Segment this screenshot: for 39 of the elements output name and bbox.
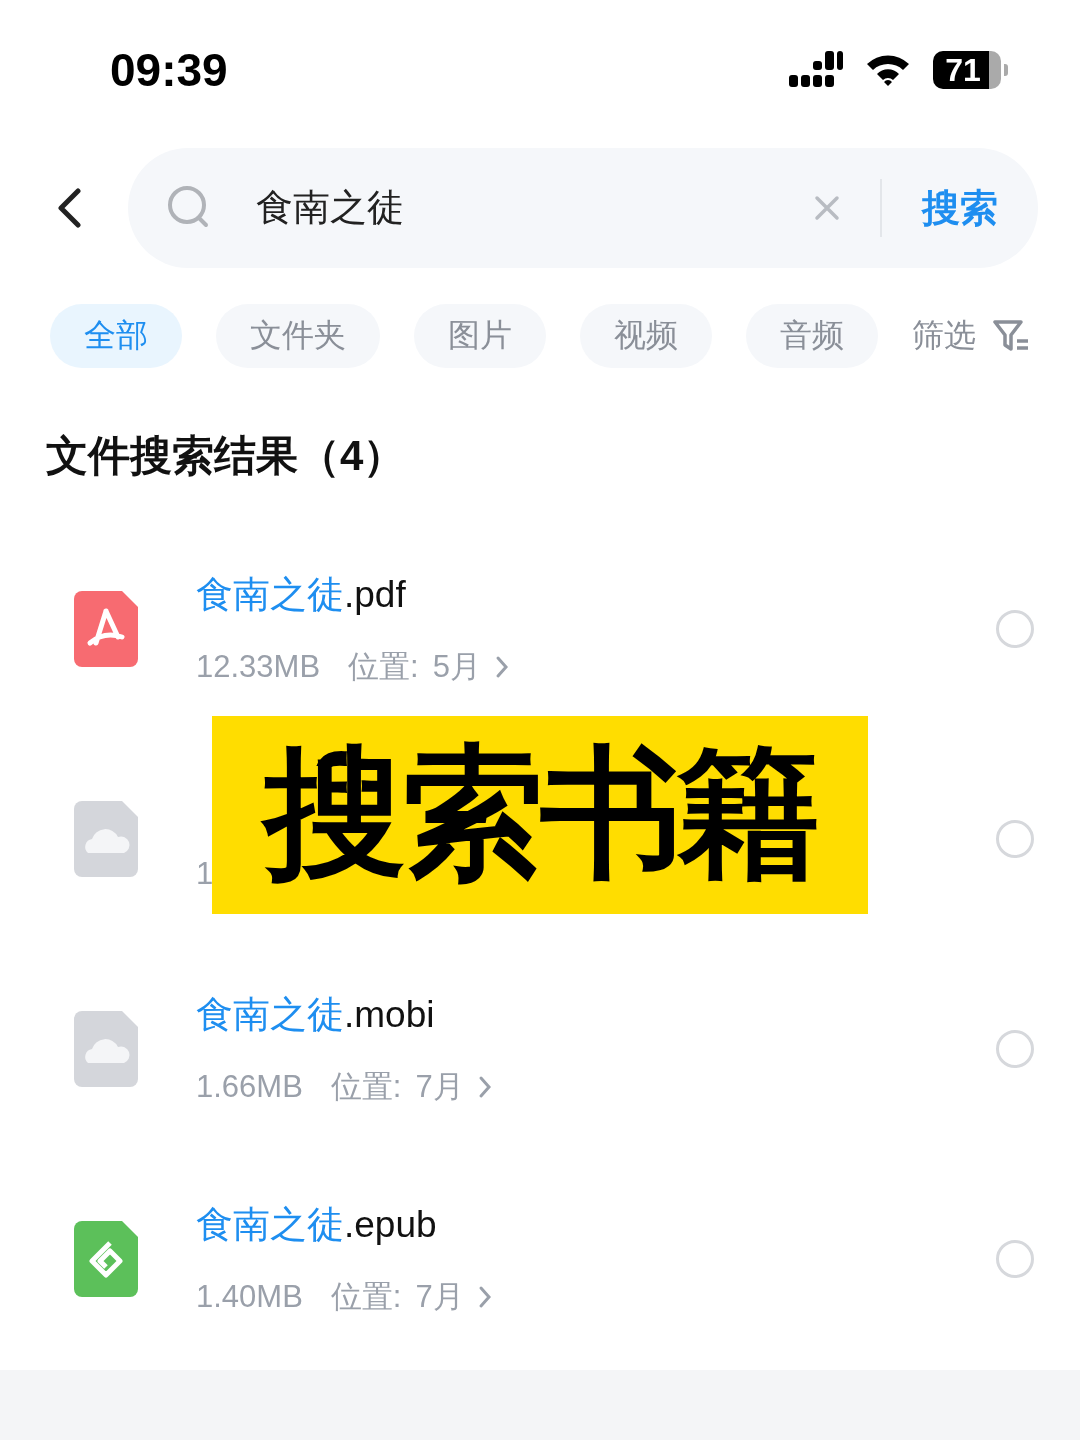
file-size: 1.40MB [196, 1279, 303, 1315]
location-link[interactable]: 5月 [432, 646, 481, 688]
filter-tab[interactable]: 音频 [746, 304, 878, 368]
epub-file-icon [74, 1221, 138, 1297]
wifi-icon [865, 52, 911, 88]
filter-tab[interactable]: 视频 [580, 304, 712, 368]
select-radio[interactable] [996, 820, 1034, 858]
search-field[interactable]: 食南之徒 搜索 [128, 148, 1038, 268]
chevron-icon [477, 1285, 492, 1309]
caption-banner: 搜索书籍 [212, 716, 868, 914]
filter-button[interactable]: 筛选 [912, 314, 1030, 358]
file-size: 1 [196, 856, 214, 892]
file-name[interactable]: 食南之徒.mobi [196, 990, 996, 1040]
filter-tab[interactable]: 全部 [50, 304, 182, 368]
cloud-file-icon [74, 801, 138, 877]
file-size: 1.66MB [196, 1069, 303, 1105]
file-name[interactable]: 食南之徒.pdf [196, 570, 996, 620]
pdf-file-icon [74, 591, 138, 667]
cloud-file-icon [74, 1011, 138, 1087]
location-link[interactable]: 7月 [415, 1276, 464, 1318]
select-radio[interactable] [996, 1240, 1034, 1278]
file-size: 12.33MB [196, 649, 321, 685]
location-label: 位置: [348, 648, 419, 686]
signal-icon [789, 51, 843, 89]
chevron-icon [477, 1075, 492, 1099]
select-radio[interactable] [996, 1030, 1034, 1068]
status-time: 09:39 [110, 43, 228, 97]
chevron-icon [494, 655, 509, 679]
location-link[interactable]: 7月 [415, 1066, 464, 1108]
select-radio[interactable] [996, 610, 1034, 648]
file-name[interactable]: 食南之徒.epub [196, 1200, 996, 1250]
location-label: 位置: [330, 1278, 402, 1316]
filter-tab[interactable]: 图片 [414, 304, 546, 368]
location-label: 位置: [330, 1068, 402, 1106]
search-button[interactable]: 搜索 [922, 182, 998, 234]
filter-tab[interactable]: 文件夹 [216, 304, 380, 368]
filter-icon [992, 319, 1030, 353]
clear-icon[interactable] [814, 195, 840, 221]
results-heading: 文件搜索结果（4） [45, 431, 407, 481]
